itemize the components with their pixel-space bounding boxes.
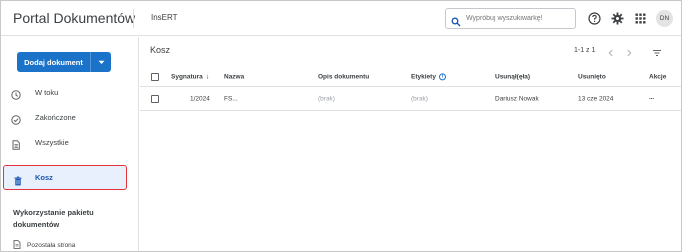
filter-icon <box>653 50 661 56</box>
cell-etykiety: (brak) <box>411 95 428 102</box>
organization-name: InsERT <box>151 13 178 22</box>
app-title[interactable]: Portal Dokumentów <box>13 10 135 26</box>
help-icon[interactable] <box>588 12 601 25</box>
cell-usunieto: 13 cze 2024 <box>578 95 614 102</box>
search-input[interactable] <box>466 15 571 22</box>
next-page-button[interactable] <box>624 45 634 57</box>
column-header-sygnatura[interactable]: Sygnatura ↓ <box>171 73 209 80</box>
remaining-pages-label: Pozostała strona <box>27 241 76 249</box>
info-icon[interactable]: i <box>438 72 446 80</box>
sidebar-item-wszystkie[interactable]: Wszystkie <box>1 131 129 153</box>
page-title: Kosz <box>150 45 171 55</box>
column-header-usunal[interactable]: Usunął(ęła) <box>495 73 530 80</box>
previous-page-button[interactable] <box>606 45 616 57</box>
filter-button[interactable] <box>652 45 662 56</box>
table-header: Sygnatura ↓ Nazwa Opis dokumentu Etykiety… <box>140 67 681 87</box>
row-actions-menu-button[interactable]: ··· <box>649 95 655 102</box>
chevron-right-icon <box>627 49 632 57</box>
avatar[interactable]: DN <box>656 10 673 27</box>
column-header-label: Etykiety <box>411 73 436 81</box>
package-usage-title: Wykorzystanie pakietu dokumentów <box>13 208 94 229</box>
document-icon <box>13 236 21 251</box>
clock-icon <box>11 87 21 100</box>
cell-sygnatura: 1/2024 <box>190 95 210 102</box>
column-header-label: Sygnatura <box>171 73 203 81</box>
sidebar-item-kosz[interactable]: Kosz <box>3 165 127 190</box>
sidebar-item-w-toku[interactable]: W toku <box>1 81 129 103</box>
column-header-etykiety[interactable]: Etykiety i <box>411 72 446 81</box>
search-icon <box>451 14 461 26</box>
sidebar-item-label: Zakończone <box>35 112 76 122</box>
gear-icon[interactable] <box>611 12 624 25</box>
trash-icon <box>13 173 23 185</box>
sort-arrow-down-icon: ↓ <box>205 72 210 80</box>
header-divider <box>133 9 134 28</box>
column-header-usunieto[interactable]: Usunięto <box>578 73 606 80</box>
chevron-down-icon <box>98 60 104 64</box>
sidebar-item-zakonczone[interactable]: Zakończone <box>1 106 129 128</box>
documents-icon <box>11 137 21 150</box>
cell-opis: (brak) <box>318 95 335 102</box>
top-bar: Portal Dokumentów InsERT DN <box>1 1 681 36</box>
column-header-nazwa[interactable]: Nazwa <box>224 73 244 80</box>
column-header-akcje: Akcje <box>649 73 667 80</box>
sidebar-item-label: W toku <box>35 87 59 97</box>
table-row[interactable]: 1/2024 FS... (brak) (brak) Dariusz Nowak… <box>140 87 681 111</box>
sidebar: Dodaj dokument W toku Zakończone Wszystk… <box>1 37 139 251</box>
sidebar-item-label: Wszystkie <box>35 137 69 147</box>
search-box[interactable] <box>445 8 576 29</box>
apps-grid-icon[interactable] <box>634 12 647 25</box>
app-window: Portal Dokumentów InsERT DN Dodaj dokume… <box>0 0 682 252</box>
cell-usunal: Dariusz Nowak <box>495 95 539 102</box>
main-content: Kosz 1-1 z 1 Sygnatura ↓ Nazwa Opis dokum… <box>140 37 681 251</box>
row-checkbox[interactable] <box>151 94 159 103</box>
pagination-info: 1-1 z 1 <box>574 47 596 54</box>
remaining-pages-item: Pozostała strona <box>13 236 76 251</box>
column-header-opis[interactable]: Opis dokumentu <box>318 73 369 80</box>
add-document-menu-button[interactable] <box>90 52 111 72</box>
add-document-button[interactable]: Dodaj dokument <box>17 52 90 72</box>
select-all-checkbox[interactable] <box>151 72 159 81</box>
cell-nazwa[interactable]: FS... <box>224 95 238 102</box>
sidebar-item-label: Kosz <box>35 173 53 182</box>
chevron-left-icon <box>608 49 613 57</box>
add-document-split-button: Dodaj dokument <box>17 52 111 72</box>
check-circle-icon <box>11 112 21 125</box>
